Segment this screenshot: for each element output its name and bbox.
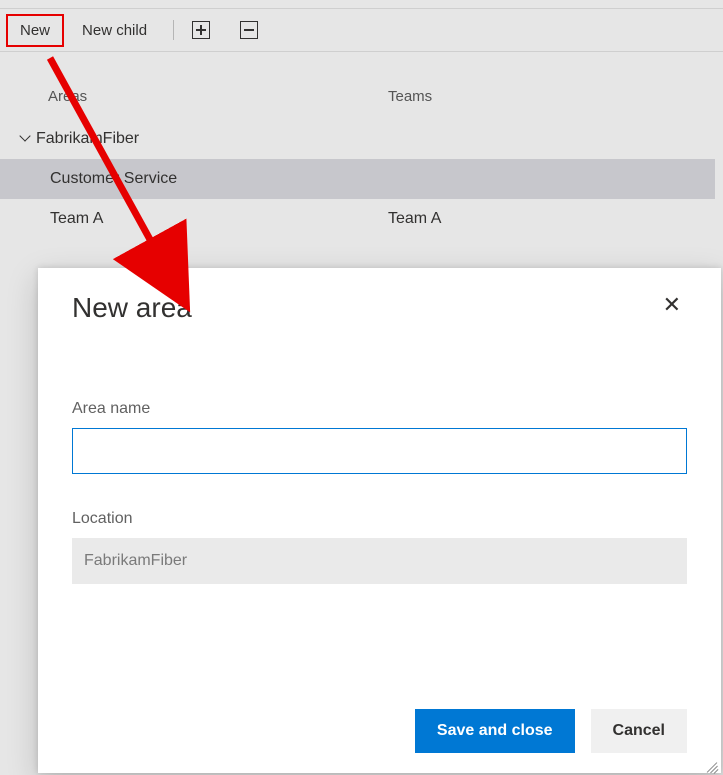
tree-row[interactable]: Customer Service bbox=[0, 159, 715, 199]
tree-root-label: FabrikamFiber bbox=[36, 130, 139, 148]
column-headers: Areas Teams bbox=[0, 52, 723, 119]
resize-handle-icon[interactable] bbox=[705, 757, 719, 771]
area-tree: FabrikamFiber Customer Service Team A Te… bbox=[0, 119, 723, 239]
column-areas-header: Areas bbox=[48, 88, 388, 105]
location-field[interactable]: FabrikamFiber bbox=[72, 538, 687, 584]
new-area-dialog: New area ✕ Area name Location FabrikamFi… bbox=[38, 268, 721, 773]
close-icon[interactable]: ✕ bbox=[657, 292, 687, 318]
location-label: Location bbox=[72, 510, 687, 528]
cancel-button[interactable]: Cancel bbox=[591, 709, 687, 753]
new-button[interactable]: New bbox=[6, 14, 64, 47]
expand-plus-icon[interactable] bbox=[192, 21, 210, 39]
tree-root-row[interactable]: FabrikamFiber bbox=[0, 119, 715, 159]
tree-row-area: Team A bbox=[50, 210, 103, 228]
column-teams-header: Teams bbox=[388, 88, 715, 105]
collapse-minus-icon[interactable] bbox=[240, 21, 258, 39]
toolbar-divider bbox=[173, 20, 174, 40]
dialog-title: New area bbox=[72, 292, 192, 324]
chevron-down-icon[interactable] bbox=[18, 132, 32, 146]
tree-row-team: Team A bbox=[388, 210, 715, 228]
area-name-label: Area name bbox=[72, 400, 687, 418]
new-child-button[interactable]: New child bbox=[68, 14, 161, 47]
tree-row[interactable]: Team A Team A bbox=[0, 199, 715, 239]
area-name-input[interactable] bbox=[72, 428, 687, 474]
toolbar: New New child bbox=[0, 8, 723, 52]
save-and-close-button[interactable]: Save and close bbox=[415, 709, 575, 753]
tree-row-area: Customer Service bbox=[50, 170, 177, 188]
